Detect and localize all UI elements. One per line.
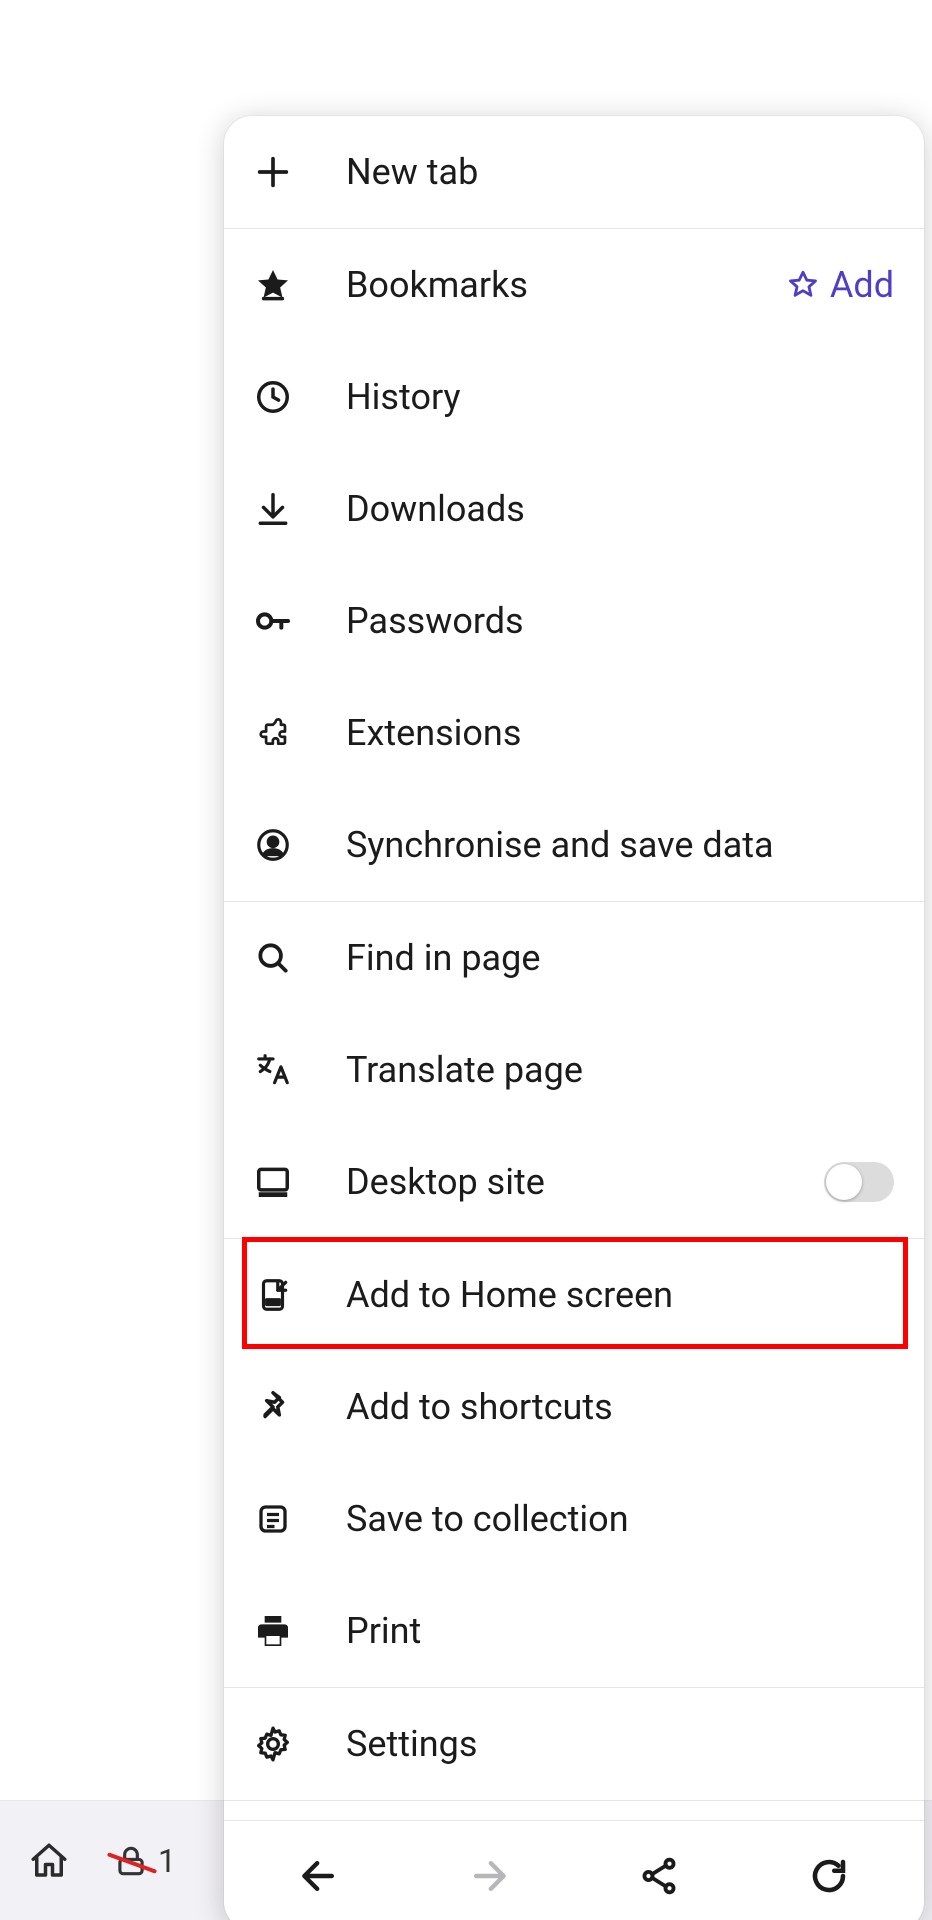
desktop-site-toggle[interactable] <box>824 1162 894 1202</box>
menu-translate[interactable]: Translate page <box>224 1014 924 1126</box>
menu-item-label: Desktop site <box>346 1161 778 1203</box>
menu-item-label: Passwords <box>346 600 894 642</box>
menu-item-label: Extensions <box>346 712 894 754</box>
menu-find-in-page[interactable]: Find in page <box>224 902 924 1014</box>
overflow-menu: New tab Bookmarks Add History <box>224 116 924 1920</box>
puzzle-icon <box>246 706 300 760</box>
nav-share-button[interactable] <box>632 1849 686 1903</box>
bookmarks-add-button[interactable]: Add <box>786 264 894 306</box>
menu-nav-bar <box>224 1820 924 1920</box>
menu-new-tab[interactable]: New tab <box>224 116 924 228</box>
search-icon <box>246 931 300 985</box>
menu-downloads[interactable]: Downloads <box>224 453 924 565</box>
divider <box>224 1800 924 1801</box>
nav-back-button[interactable] <box>292 1849 346 1903</box>
menu-passwords[interactable]: Passwords <box>224 565 924 677</box>
bookmarks-add-label: Add <box>830 264 894 306</box>
menu-body: New tab Bookmarks Add History <box>224 116 924 1820</box>
monitor-icon <box>246 1155 300 1209</box>
plus-icon <box>246 145 300 199</box>
menu-history[interactable]: History <box>224 341 924 453</box>
nav-forward-button[interactable] <box>462 1849 516 1903</box>
tab-count: 1 <box>158 1842 176 1880</box>
menu-add-to-home-screen[interactable]: Add to Home screen <box>224 1239 924 1351</box>
menu-item-label: New tab <box>346 151 894 193</box>
menu-item-label: Add to Home screen <box>346 1274 894 1316</box>
clock-icon <box>246 370 300 424</box>
menu-item-label: History <box>346 376 894 418</box>
gear-icon <box>246 1717 300 1771</box>
star-filled-icon <box>246 258 300 312</box>
collection-icon <box>246 1492 300 1546</box>
star-outline-icon <box>786 268 820 302</box>
menu-settings[interactable]: Settings <box>224 1688 924 1800</box>
print-icon <box>246 1604 300 1658</box>
menu-item-label: Print <box>346 1610 894 1652</box>
menu-bookmarks[interactable]: Bookmarks Add <box>224 229 924 341</box>
download-icon <box>246 482 300 536</box>
home-icon[interactable] <box>28 1840 70 1882</box>
menu-item-label: Add to shortcuts <box>346 1386 894 1428</box>
tabs-button[interactable]: 1 <box>110 1840 176 1882</box>
menu-item-label: Synchronise and save data <box>346 824 894 866</box>
menu-extensions[interactable]: Extensions <box>224 677 924 789</box>
pin-icon <box>246 1380 300 1434</box>
menu-desktop-site[interactable]: Desktop site <box>224 1126 924 1238</box>
account-circle-icon <box>246 818 300 872</box>
menu-sync[interactable]: Synchronise and save data <box>224 789 924 901</box>
key-icon <box>246 594 300 648</box>
nav-reload-button[interactable] <box>802 1849 856 1903</box>
menu-item-label: Save to collection <box>346 1498 894 1540</box>
menu-item-label: Downloads <box>346 488 894 530</box>
menu-item-label: Bookmarks <box>346 264 740 306</box>
menu-print[interactable]: Print <box>224 1575 924 1687</box>
menu-add-to-shortcuts[interactable]: Add to shortcuts <box>224 1351 924 1463</box>
menu-item-label: Find in page <box>346 937 894 979</box>
add-to-home-icon <box>246 1268 300 1322</box>
translate-icon <box>246 1043 300 1097</box>
menu-save-to-collection[interactable]: Save to collection <box>224 1463 924 1575</box>
lock-crossed-icon <box>110 1840 152 1882</box>
menu-item-label: Settings <box>346 1723 894 1765</box>
menu-item-label: Translate page <box>346 1049 894 1091</box>
